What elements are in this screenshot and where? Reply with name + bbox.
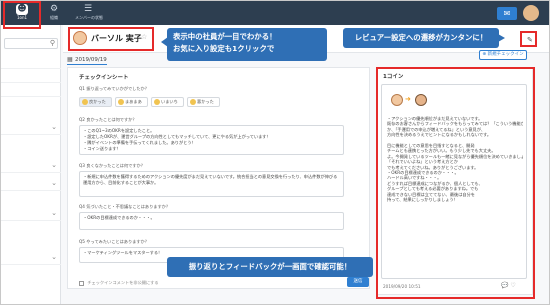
highlight-member (68, 27, 154, 51)
callout-tail (498, 34, 505, 42)
callout-feedback: 振り返りとフィードバックが一画面で確認可能！ (167, 257, 373, 277)
answer-3-field[interactable]: ・新規に申込件数を獲得するためのアクションの優先度がまだ見えていないです。統合担… (79, 171, 344, 197)
callout-reviewer: レビュアー設定への遷移がカンタンに！ (343, 28, 499, 48)
answer-2-field[interactable]: ・このQ1~3のOKRを設定したこと。 ・設定したOKRが、運営グループの方向性… (79, 125, 344, 155)
nav-item-members[interactable]: ☰ メンバーの状態 (75, 4, 103, 24)
bell-icon: ✉ (503, 9, 511, 18)
top-nav-bar: ☻ 1on1 ⚙ 組織 ☰ メンバーの状態 ✉ (1, 1, 549, 25)
question-3: Q3 良くなかったことは何ですか？ (79, 163, 145, 168)
member-list-panel: ⚲ ⌄ ⌄ ⌄ ⌄ ⌄ (1, 25, 61, 304)
chevron-down-icon: ⌄ (51, 161, 57, 169)
tab-checkin-date[interactable]: 2019/09/19 (75, 57, 107, 63)
callout-member-view: 表示中の社員が一目でわかる！ お気に入り設定も1クリックで (167, 28, 327, 61)
search-icon: ⚲ (49, 39, 55, 47)
question-4: Q4 気づいたこと・不思議なことはありますか？ (79, 204, 171, 209)
highlight-reviewer-icon (520, 31, 537, 47)
account-avatar[interactable] (523, 5, 539, 21)
callout-tail (161, 37, 168, 47)
active-tab-indicator (67, 64, 107, 65)
member-group-row[interactable]: ⌄ (1, 121, 61, 135)
smile-face-icon (82, 99, 88, 105)
member-search-input[interactable]: ⚲ (4, 38, 58, 49)
plus-icon: ⊕ (482, 52, 487, 57)
sad-face-icon (190, 99, 196, 105)
member-group-row[interactable]: ⌄ (1, 251, 61, 265)
app-window: ☻ 1on1 ⚙ 組織 ☰ メンバーの状態 ✉ ⚲ ⌄ ⌄ ⌄ ⌄ ⌄ バーソル… (0, 0, 550, 305)
highlight-coin-panel (376, 67, 535, 299)
submit-button[interactable]: 送信 (347, 277, 369, 287)
member-list-item[interactable] (1, 69, 61, 83)
chevron-down-icon: ⌄ (51, 123, 57, 131)
meh-face-icon (154, 99, 160, 105)
checkbox[interactable] (79, 280, 84, 286)
highlight-nav (3, 1, 41, 29)
member-group-row[interactable]: ⌄ (1, 177, 61, 191)
sheet-title: チェックインシート (79, 75, 129, 81)
question-5: Q5 やってみたいことはありますか？ (79, 239, 149, 244)
question-2: Q2 良かったことは何ですか？ (79, 117, 137, 122)
chevron-down-icon: ⌄ (51, 253, 57, 261)
question-1: Q1 振り返ってみていかがでしたか？ (79, 86, 149, 91)
chevron-down-icon: ⌄ (51, 209, 57, 217)
notification-button[interactable]: ✉ (497, 7, 517, 20)
private-comment-checkbox[interactable]: チェックインコメントを非公開にする (79, 280, 159, 286)
new-checkin-button[interactable]: ⊕ 新規チェックイン (479, 50, 527, 60)
chevron-down-icon: ⌄ (51, 179, 57, 187)
mood-option-bad[interactable]: 悪かった (187, 97, 220, 107)
mood-option-ok[interactable]: まあまあ (115, 97, 148, 107)
mood-option-good[interactable]: 良かった (79, 97, 112, 107)
member-list-item[interactable] (1, 55, 61, 69)
nav-item-org[interactable]: ⚙ 組織 (41, 4, 67, 24)
member-list-item[interactable] (1, 83, 61, 97)
member-group-row[interactable]: ⌄ (1, 207, 61, 221)
member-group-row[interactable]: ⌄ (1, 159, 61, 173)
calendar-icon: ▦ (67, 56, 73, 63)
org-icon: ⚙ (49, 4, 59, 14)
answer-4-field[interactable]: ・OKRの目標達成できるのか・・・。 (79, 212, 344, 230)
mood-option-meh[interactable]: いまいち (151, 97, 184, 107)
neutral-face-icon (118, 99, 124, 105)
member-icon: ☰ (83, 4, 93, 14)
